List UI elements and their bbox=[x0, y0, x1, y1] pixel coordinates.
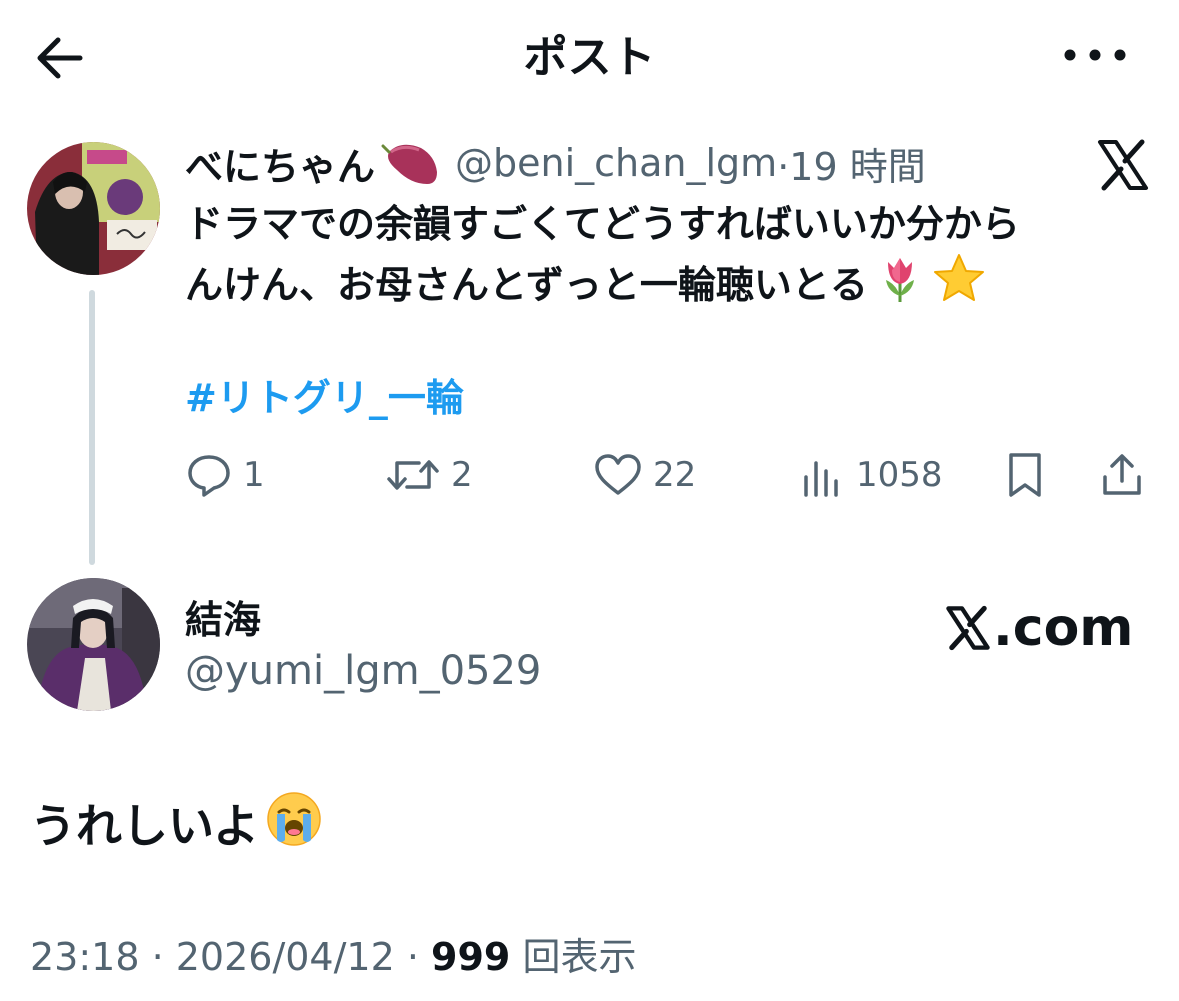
post-timestamp[interactable]: 23:18 · 2026/04/12 · bbox=[30, 935, 419, 979]
quoted-author-avatar[interactable] bbox=[27, 142, 160, 275]
hashtag-link[interactable]: #リトグリ_一輪 bbox=[185, 370, 464, 426]
avatar-image bbox=[27, 578, 160, 711]
reply-icon bbox=[188, 455, 230, 497]
thread-connector-line bbox=[89, 290, 95, 565]
bookmark-icon bbox=[1009, 453, 1041, 497]
more-options-button[interactable] bbox=[1060, 30, 1130, 80]
quoted-post-text-line2: んけん、お母さんとずっと一輪聴いとる bbox=[185, 252, 1135, 319]
x-com-domain-text: .com bbox=[993, 598, 1134, 658]
repost-count: 2 bbox=[451, 455, 473, 495]
sweet-potato-icon bbox=[381, 138, 441, 188]
reply-author-handle[interactable]: @yumi_lgm_0529 bbox=[185, 643, 541, 699]
heart-icon bbox=[595, 454, 641, 495]
quoted-post-text: ドラマでの余韻すごくてどうすればいいか分から んけん、お母さんとずっと一輪聴いと… bbox=[185, 196, 1135, 319]
page-title: ポスト bbox=[523, 32, 656, 83]
like-button[interactable]: 22 bbox=[593, 440, 696, 510]
post-metadata: 23:18 · 2026/04/12 · 999 回表示 bbox=[30, 930, 636, 984]
x-logo-icon bbox=[946, 605, 990, 651]
star-icon bbox=[932, 252, 986, 319]
reply-post-text: うれしいよ bbox=[30, 790, 323, 862]
like-count: 22 bbox=[653, 455, 697, 495]
post-action-bar: 1 2 22 1058 bbox=[185, 440, 1155, 510]
avatar-image bbox=[27, 142, 160, 275]
views-count-bar: 1058 bbox=[856, 455, 943, 495]
loudly-crying-face-icon bbox=[265, 790, 323, 862]
x-logo-icon bbox=[1096, 138, 1150, 192]
share-icon bbox=[1103, 454, 1141, 495]
tulip-icon bbox=[874, 252, 926, 319]
quoted-post-header: べにちゃん @beni_chan_lgm ·19 時間 bbox=[185, 136, 926, 190]
bookmark-button[interactable] bbox=[1003, 440, 1047, 510]
reply-author-avatar[interactable] bbox=[27, 578, 160, 711]
reply-count: 1 bbox=[243, 455, 265, 495]
views-button[interactable]: 1058 bbox=[800, 440, 943, 510]
views-count: 999 bbox=[431, 935, 511, 979]
share-button[interactable] bbox=[1100, 440, 1144, 510]
quoted-post-text-line2-text: んけん、お母さんとずっと一輪聴いとる bbox=[185, 263, 868, 307]
reply-author-name[interactable]: 結海 bbox=[185, 593, 261, 647]
views-bar-chart-icon bbox=[804, 461, 838, 497]
more-icon bbox=[1064, 49, 1126, 61]
quoted-author-handle[interactable]: @beni_chan_lgm bbox=[455, 141, 777, 185]
reply-button[interactable]: 1 bbox=[185, 440, 265, 510]
repost-button[interactable]: 2 bbox=[385, 440, 473, 510]
quoted-author-name[interactable]: べにちゃん bbox=[185, 136, 375, 191]
quoted-post-text-line1: ドラマでの余韻すごくてどうすればいいか分から bbox=[185, 202, 1020, 246]
views-label: 回表示 bbox=[522, 935, 637, 979]
repost-icon bbox=[387, 460, 439, 490]
reply-post-text-body: うれしいよ bbox=[30, 799, 260, 853]
x-com-logo: .com bbox=[945, 598, 1134, 658]
quoted-post-time[interactable]: ·19 時間 bbox=[777, 136, 926, 191]
top-navigation-bar: ポスト bbox=[0, 0, 1179, 115]
